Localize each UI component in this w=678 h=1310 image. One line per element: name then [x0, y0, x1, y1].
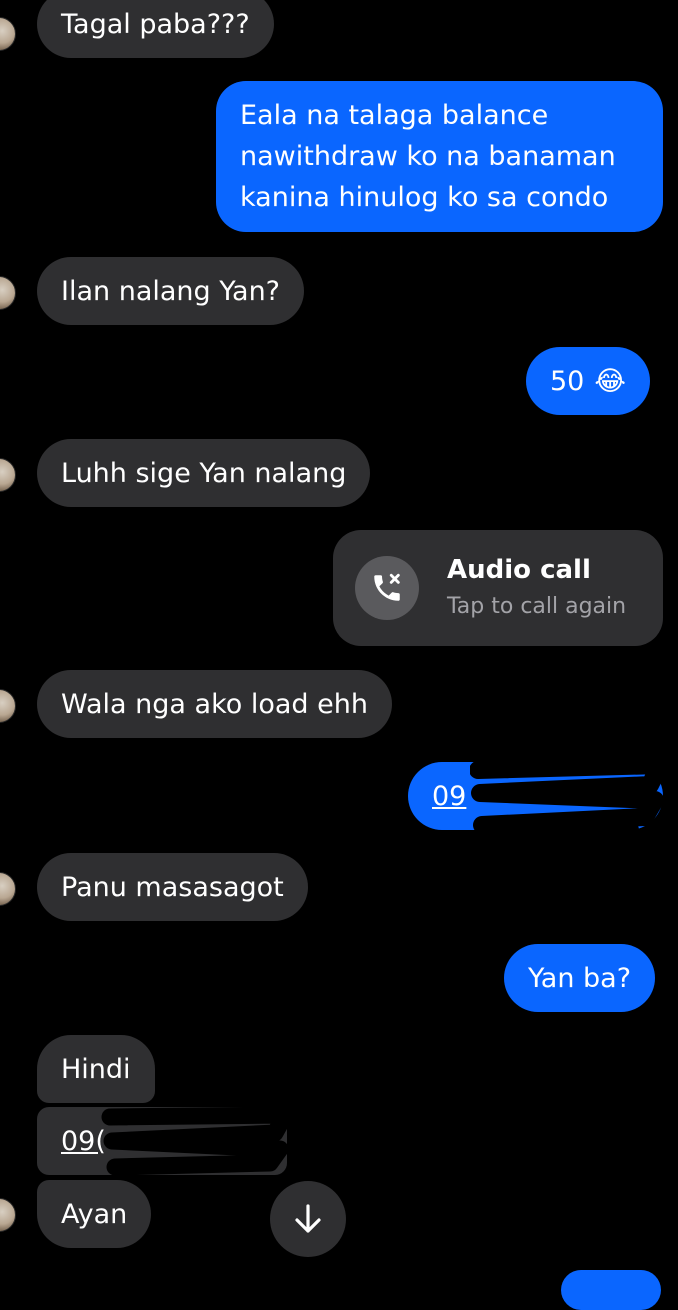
call-subtitle: Tap to call again [447, 594, 627, 619]
outgoing-message[interactable]: Yan ba? [504, 944, 656, 1012]
call-title: Audio call [447, 555, 591, 585]
outgoing-message[interactable]: 50 😂 [526, 347, 650, 415]
laughing-emoji: 😂 [594, 365, 626, 397]
avatar[interactable] [0, 276, 16, 310]
redaction-scribble [101, 1106, 294, 1176]
outgoing-message[interactable]: Eala na talaga balance nawithdraw ko na … [216, 81, 663, 232]
incoming-message[interactable]: Ilan nalang Yan? [37, 257, 305, 325]
incoming-message[interactable]: Hindi [37, 1035, 155, 1103]
avatar[interactable] [0, 1198, 16, 1232]
phone-link[interactable]: 09 [432, 776, 466, 817]
incoming-message[interactable]: Ayan [37, 1180, 152, 1248]
message-text: Ayan [61, 1198, 128, 1230]
message-text: Yan ba? [528, 962, 632, 994]
message-line: kanina hinulog ko sa condo [240, 182, 609, 213]
avatar[interactable] [0, 17, 16, 51]
arrow-down-icon [295, 1204, 321, 1233]
message-line: Eala na talaga balance [240, 100, 549, 131]
outgoing-message[interactable] [561, 1270, 661, 1310]
redaction-scribble [470, 756, 669, 839]
incoming-message[interactable]: Tagal paba??? [37, 0, 274, 58]
audio-call-card[interactable]: Audio call Tap to call again [333, 530, 663, 646]
incoming-message[interactable]: Luhh sige Yan nalang [37, 439, 371, 507]
avatar[interactable] [0, 689, 16, 723]
avatar[interactable] [0, 458, 16, 492]
message-text: Ilan nalang Yan? [61, 275, 281, 307]
message-line: nawithdraw ko na banaman [240, 141, 616, 172]
message-text: Hindi [61, 1053, 131, 1085]
message-text: Tagal paba??? [61, 8, 250, 40]
message-text: 50 [550, 365, 585, 397]
message-text: Wala nga ako load ehh [61, 688, 368, 720]
incoming-message[interactable]: Wala nga ako load ehh [37, 670, 392, 738]
missed-call-icon [355, 556, 419, 620]
message-text: Luhh sige Yan nalang [61, 457, 347, 489]
incoming-message[interactable]: Panu masasagot [37, 853, 308, 921]
message-text: Panu masasagot [61, 871, 284, 903]
avatar[interactable] [0, 872, 16, 906]
scroll-to-bottom-button[interactable] [270, 1181, 346, 1257]
